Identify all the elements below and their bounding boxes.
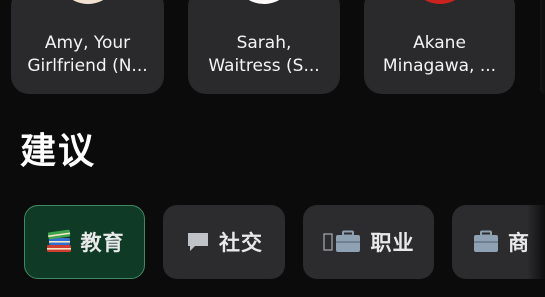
category-chip-business[interactable]: 商 — [452, 205, 545, 279]
category-chip-education[interactable]: 教育 — [24, 205, 145, 279]
briefcase-icon — [322, 229, 363, 255]
character-name: Akane Minagawa, ... — [382, 33, 497, 76]
avatar — [408, 0, 471, 4]
speech-bubble-icon — [185, 230, 211, 254]
books-icon — [45, 229, 73, 255]
category-label: 教育 — [80, 231, 125, 255]
character-name: Amy, Your Girlfriend (N... — [27, 33, 148, 76]
character-name: Sarah, Waitress (S... — [208, 33, 320, 76]
avatar — [233, 0, 295, 4]
character-card-akane[interactable]: Akane Minagawa, ... — [364, 0, 515, 94]
character-card-sarah[interactable]: Sarah, Waitress (S... — [188, 0, 340, 94]
character-card-amy[interactable]: Amy, Your Girlfriend (N... — [11, 0, 164, 94]
category-chip-social[interactable]: 社交 — [163, 205, 285, 279]
app-screen: Amy, Your Girlfriend (N... Sarah, Waitre… — [0, 0, 545, 297]
category-label: 商 — [508, 231, 530, 255]
briefcase-icon — [472, 229, 500, 255]
category-chip-career[interactable]: 职业 — [303, 205, 434, 279]
section-title: 建议 — [20, 131, 97, 172]
category-label: 社交 — [219, 231, 263, 255]
category-label: 职业 — [370, 231, 415, 255]
character-card-next[interactable] — [540, 0, 545, 94]
avatar — [56, 0, 119, 4]
